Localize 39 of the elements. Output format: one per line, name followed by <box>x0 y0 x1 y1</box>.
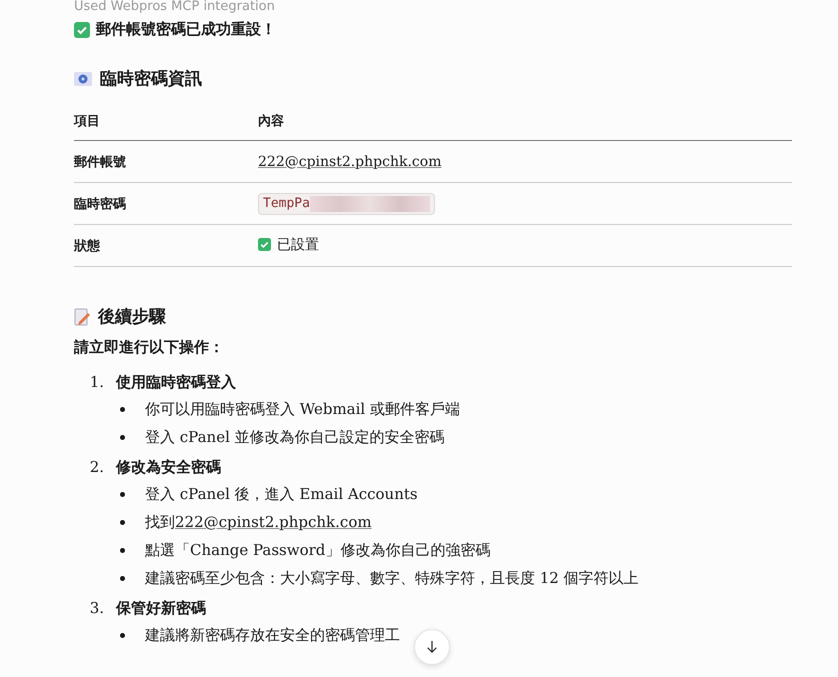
bullet-dot <box>120 576 125 580</box>
list-item-text: 你可以用臨時密碼登入 Webmail 或郵件客戶端 <box>145 399 460 420</box>
step-number: 3. <box>88 598 104 619</box>
arrow-down-icon <box>426 640 438 654</box>
section-title: 臨時密碼資訊 <box>100 68 202 90</box>
step-number: 2. <box>88 457 104 478</box>
step-number: 1. <box>88 372 104 393</box>
intro-text: 請立即進行以下操作： <box>74 338 225 357</box>
bullet-dot <box>120 492 125 496</box>
email-link[interactable]: 222@cpinst2.phpchk.com <box>175 508 372 536</box>
list-item-text: 登入 cPanel 並修改為你自己設定的安全密碼 <box>145 427 445 448</box>
list-item-text: 建議密碼至少包含：大小寫字母、數字、特殊字符，且長度 12 個字符以上 <box>145 568 639 589</box>
check-icon <box>258 238 271 252</box>
column-header: 內容 <box>258 114 284 129</box>
step-title: 使用臨時密碼登入 <box>116 372 236 393</box>
step-title: 修改為安全密碼 <box>116 457 221 478</box>
row-label: 臨時密碼 <box>74 196 126 212</box>
column-header: 項目 <box>74 114 100 129</box>
memo-icon <box>74 308 90 326</box>
scroll-down-button[interactable] <box>414 629 450 665</box>
list-item-text: 建議將新密碼存放在安全的密碼管理工 <box>145 625 400 646</box>
tool-note: Used Webpros MCP integration <box>74 0 276 14</box>
list-item-text: 找到 <box>145 512 175 533</box>
check-icon <box>74 22 90 38</box>
bullet-dot <box>120 632 125 638</box>
section-title: 後續步驟 <box>98 306 166 328</box>
password-code: TempPa <box>258 192 435 214</box>
bullet-dot <box>120 406 125 412</box>
success-message: 郵件帳號密碼已成功重設！ <box>96 20 276 39</box>
bullet-dot <box>120 548 125 552</box>
step-title: 保管好新密碼 <box>116 598 206 619</box>
status-text: 已設置 <box>277 236 319 254</box>
email-link[interactable]: 222@cpinst2.phpchk.com <box>258 154 442 170</box>
bullet-dot <box>120 520 125 524</box>
list-item-text: 點選「Change Password」修改為你自己的強密碼 <box>145 540 490 561</box>
list-item-text: 登入 cPanel 後，進入 Email Accounts <box>145 484 418 505</box>
row-label: 郵件帳號 <box>74 154 126 170</box>
bullet-dot <box>120 434 125 440</box>
row-label: 狀態 <box>74 238 100 254</box>
